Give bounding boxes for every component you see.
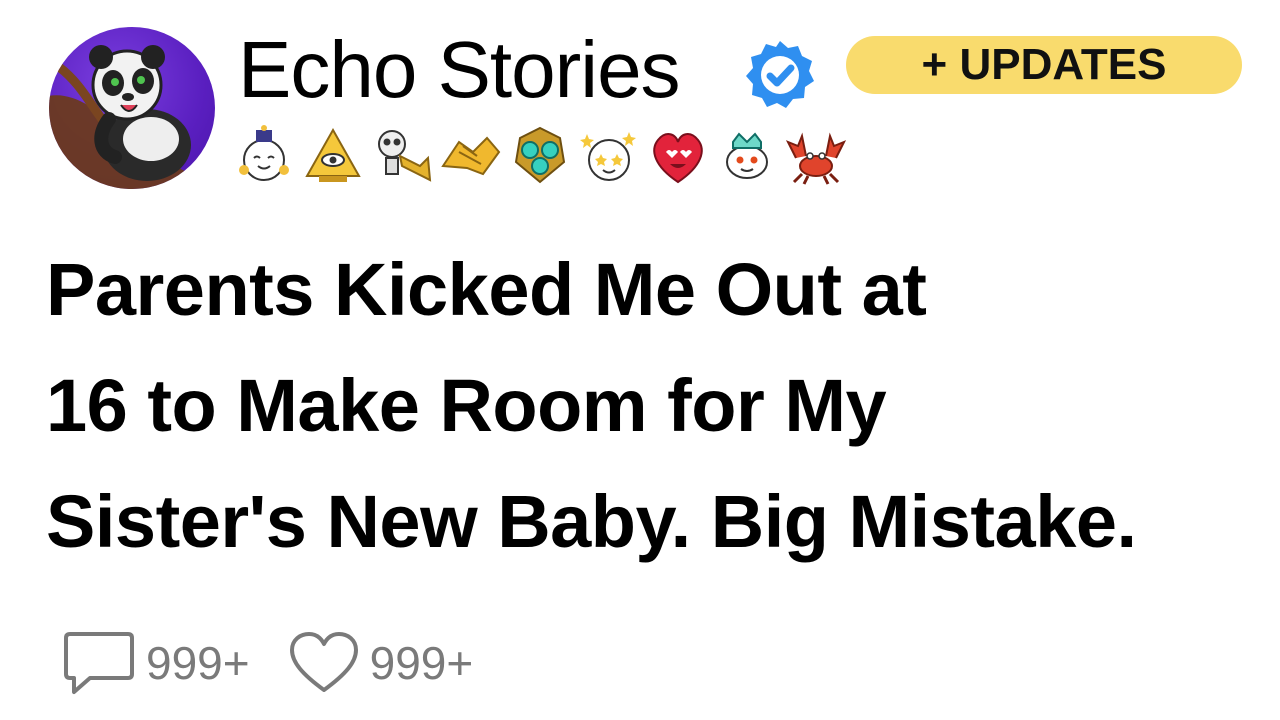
comment-bubble-icon xyxy=(64,632,134,694)
post-title: Parents Kicked Me Out at 16 to Make Room… xyxy=(46,232,1276,580)
channel-name[interactable]: Echo Stories xyxy=(238,22,681,118)
comments-count: 999+ xyxy=(146,637,250,689)
starstruck-award-icon[interactable] xyxy=(575,122,643,188)
panda-avatar[interactable] xyxy=(49,27,215,189)
illuminati-award-icon[interactable] xyxy=(299,122,367,188)
snoo-crown-award-icon[interactable] xyxy=(713,122,781,188)
panda-avatar-icon xyxy=(49,45,215,189)
skeleton-trumpet-award-icon[interactable] xyxy=(368,122,436,188)
post-card: Echo Stories + UPDATES Parents Kicked Me… xyxy=(0,0,1280,720)
handshake-award-icon[interactable] xyxy=(437,122,505,188)
awards-row xyxy=(230,122,851,188)
verified-check-icon xyxy=(742,37,818,113)
likes-count: 999+ xyxy=(369,637,474,689)
updates-button[interactable]: + UPDATES xyxy=(846,36,1242,94)
like-button[interactable]: 999+ xyxy=(288,632,474,694)
gem-trophy-award-icon[interactable] xyxy=(506,122,574,188)
post-title-line-2: 16 to Make Room for My xyxy=(46,364,887,447)
post-title-line-1: Parents Kicked Me Out at xyxy=(46,248,927,331)
post-footer: 999+ 999+ xyxy=(64,628,473,698)
heart-icon xyxy=(289,632,358,692)
post-title-line-3: Sister's New Baby. Big Mistake. xyxy=(46,480,1137,563)
heart-eyes-award-icon[interactable] xyxy=(644,122,712,188)
crab-award-icon[interactable] xyxy=(782,122,850,188)
wholesome-award-icon[interactable] xyxy=(230,122,298,188)
comments-button[interactable]: 999+ xyxy=(64,630,250,696)
